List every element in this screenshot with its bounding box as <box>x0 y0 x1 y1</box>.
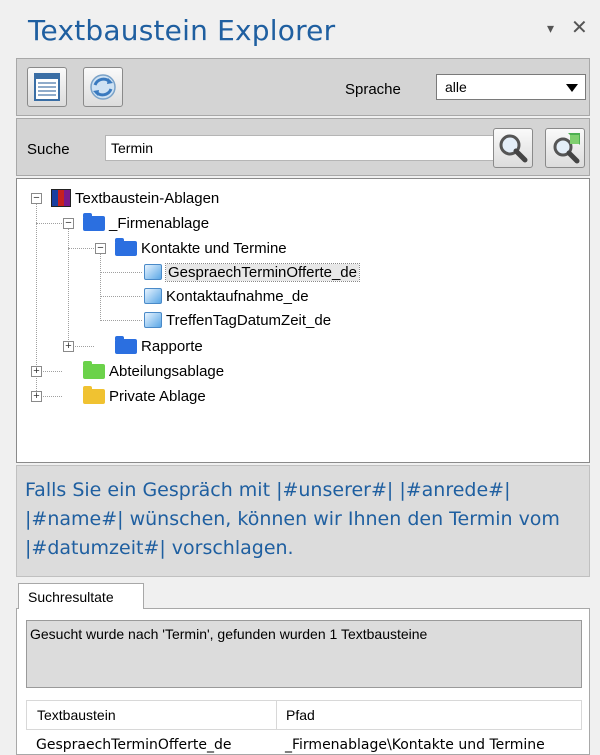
tree-node-item[interactable]: TreffenTagDatumZeit_de <box>144 309 331 331</box>
search-label: Suche <box>27 141 70 158</box>
results-grid: Textbaustein Pfad GespraechTerminOfferte… <box>26 700 582 755</box>
tree-node-abteilung[interactable]: Abteilungsablage <box>83 360 224 382</box>
tree-node-label: Abteilungsablage <box>109 362 225 380</box>
books-icon <box>51 189 71 207</box>
window-title: Textbaustein Explorer <box>28 14 336 47</box>
search-icon <box>499 134 528 163</box>
title-bar: Textbaustein Explorer ▾ ✕ <box>0 0 600 58</box>
toolbar: Sprache alle <box>16 58 590 116</box>
collapse-toggle[interactable]: − <box>95 243 106 254</box>
table-row[interactable]: GespraechTerminOfferte_de _Firmenablage\… <box>26 730 582 755</box>
clear-search-icon <box>553 133 580 164</box>
tree-connector <box>68 226 69 346</box>
search-status: Gesucht wurde nach 'Termin', gefunden wu… <box>26 620 582 688</box>
folder-icon <box>83 385 105 404</box>
language-label: Sprache <box>345 81 401 98</box>
folder-icon <box>83 212 105 231</box>
preview-panel: Falls Sie ein Gespräch mit |#unserer#| |… <box>16 465 590 577</box>
tree-node-firmenablage[interactable]: _Firmenablage <box>83 212 209 234</box>
cell-textbaustein: GespraechTerminOfferte_de <box>36 737 232 753</box>
list-view-icon <box>34 73 60 101</box>
tree-node-label: TreffenTagDatumZeit_de <box>166 311 332 329</box>
search-button[interactable] <box>493 128 533 168</box>
expand-toggle[interactable]: + <box>31 391 42 402</box>
tree-node-label: Rapporte <box>141 337 203 355</box>
clear-search-button[interactable] <box>545 128 585 168</box>
tree-connector <box>100 296 142 297</box>
tree-node-label: Textbaustein-Ablagen <box>75 189 220 207</box>
expand-toggle[interactable]: + <box>63 341 74 352</box>
tree-node-privat[interactable]: Private Ablage <box>83 385 206 407</box>
folder-icon <box>115 335 137 354</box>
collapse-toggle[interactable]: − <box>63 218 74 229</box>
preview-text: Falls Sie ein Gespräch mit |#unserer#| |… <box>25 479 560 559</box>
document-icon <box>144 288 162 304</box>
tree-node-label: Kontakte und Termine <box>141 239 287 257</box>
tree-node-label: Private Ablage <box>109 387 206 405</box>
chevron-down-icon <box>566 84 578 92</box>
tree-node-label: GespraechTerminOfferte_de <box>165 262 360 282</box>
expand-toggle[interactable]: + <box>31 366 42 377</box>
collapse-toggle[interactable]: − <box>31 193 42 204</box>
grid-header: Textbaustein Pfad <box>26 700 582 730</box>
document-icon <box>144 264 162 280</box>
language-select-value: alle <box>445 79 467 95</box>
language-select[interactable]: alle <box>436 74 586 100</box>
folder-icon <box>83 360 105 379</box>
search-bar: Suche Termin <box>16 118 590 176</box>
tree-node-rapporte[interactable]: Rapporte <box>115 335 203 357</box>
tree-node-kontakte[interactable]: Kontakte und Termine <box>115 237 287 259</box>
list-view-button[interactable] <box>27 67 67 107</box>
tree-connector <box>100 251 101 321</box>
tree-connector <box>68 248 94 249</box>
tab-suchresultate[interactable]: Suchresultate <box>18 583 144 609</box>
tree-node-label: _Firmenablage <box>109 214 210 232</box>
tree-view[interactable]: − − − + + + Textbaustein-Ablagen _Firmen… <box>16 178 590 463</box>
tree-connector <box>36 223 62 224</box>
pin-dropdown-icon[interactable]: ▾ <box>547 20 554 37</box>
results-panel: Gesucht wurde nach 'Termin', gefunden wu… <box>16 608 590 755</box>
refresh-button[interactable] <box>83 67 123 107</box>
column-header-textbaustein[interactable]: Textbaustein <box>27 701 277 729</box>
tree-node-root[interactable]: Textbaustein-Ablagen <box>51 187 219 209</box>
tree-node-item[interactable]: Kontaktaufnahme_de <box>144 285 309 307</box>
tree-node-label: Kontaktaufnahme_de <box>166 287 309 305</box>
folder-icon <box>115 237 137 256</box>
search-input[interactable]: Termin <box>105 135 497 161</box>
close-icon[interactable]: ✕ <box>571 15 588 40</box>
tree-node-item-selected[interactable]: GespraechTerminOfferte_de <box>144 261 360 283</box>
column-header-pfad[interactable]: Pfad <box>277 701 581 729</box>
document-icon <box>144 312 162 328</box>
tree-connector <box>100 272 142 273</box>
tree-connector <box>100 320 142 321</box>
cell-pfad: _Firmenablage\Kontakte und Termine <box>285 737 545 753</box>
refresh-icon <box>90 74 116 100</box>
